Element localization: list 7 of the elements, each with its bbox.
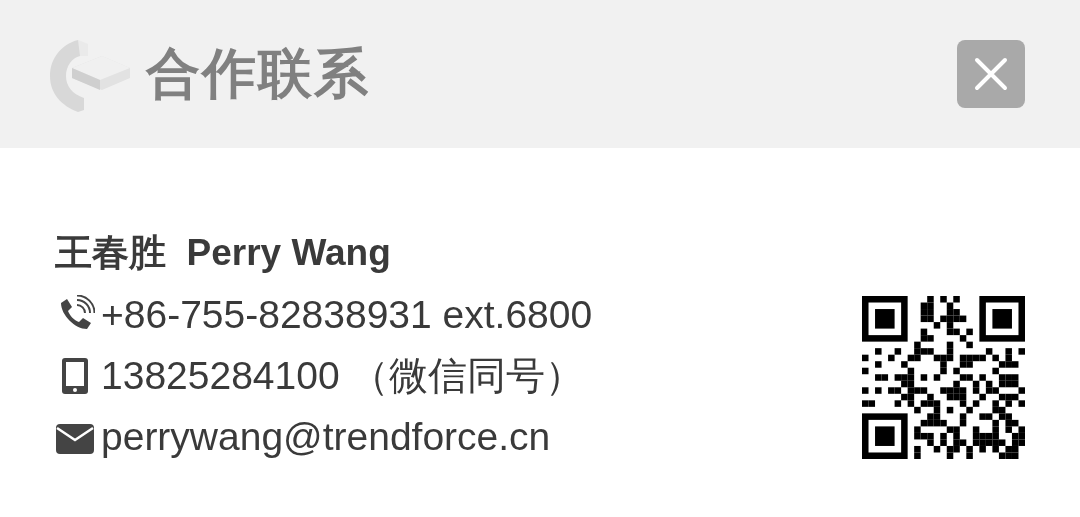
email-address: perrywang@trendforce.cn	[101, 413, 551, 460]
mobile-number: 13825284100 （微信同号）	[101, 352, 585, 399]
phone-number: +86-755-82838931 ext.6800	[101, 291, 593, 338]
close-icon	[974, 57, 1008, 91]
close-button[interactable]	[957, 40, 1025, 108]
contact-name: 王春胜 Perry Wang	[55, 231, 392, 275]
dialog-title: 合作联系	[146, 41, 371, 105]
